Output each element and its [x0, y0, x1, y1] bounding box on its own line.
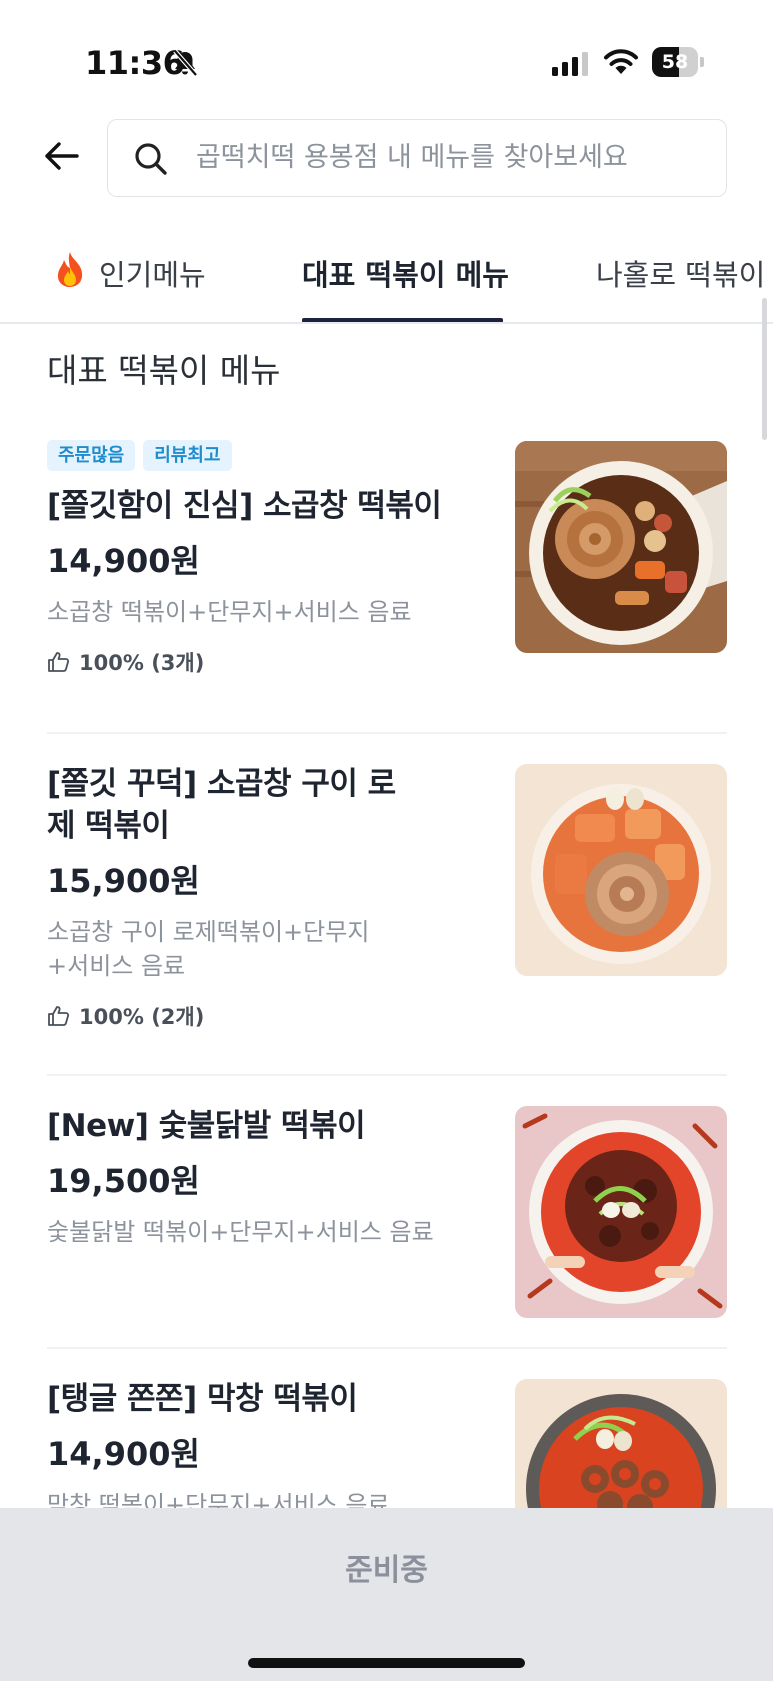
section-title: 대표 떡볶이 메뉴 [47, 351, 281, 390]
menu-item-description: 소곱창 구이 로제떡볶이+단무지 +서비스 음료 [47, 918, 370, 980]
rose-tteokbokki-photo[interactable] [515, 764, 727, 976]
gopchang-tteokbokki-photo[interactable] [515, 441, 727, 653]
menu-category-tabs: 인기메뉴 대표 떡볶이 메뉴 나홀로 떡볶이 [0, 232, 773, 324]
bell-muted-icon [173, 49, 198, 77]
bottom-action-bar: 준비중 [0, 1508, 773, 1681]
tab-solo-tteokbokki[interactable]: 나홀로 떡볶이 [596, 232, 766, 322]
tab-signature-tteokbokki[interactable]: 대표 떡볶이 메뉴 [302, 232, 509, 322]
badge-best-reviewed: 리뷰최고 [143, 440, 232, 471]
cellular-signal-icon [552, 52, 588, 76]
tab-popular-menu-label: 인기메뉴 [99, 258, 206, 292]
badge-most-ordered: 주문많음 [47, 440, 136, 471]
battery-level: 58 [661, 51, 689, 73]
wifi-icon [604, 49, 638, 74]
thumbs-up-icon [48, 1006, 70, 1026]
tab-popular-menu[interactable]: 인기메뉴 [53, 232, 206, 322]
menu-item-rating-text: 100% (3개) [79, 651, 205, 675]
divider [47, 1347, 727, 1349]
menu-item-name: [쫄깃함이 진심] 소곱창 떡볶이 [47, 488, 442, 524]
menu-item-name: [쫄깃 꾸덕] 소곱창 구이 로제 떡볶이 [47, 766, 396, 844]
status-bar: 11:36 58 [0, 0, 773, 110]
menu-item-rating-text: 100% (2개) [79, 1005, 205, 1029]
menu-item-description: 소곱창 떡볶이+단무지+서비스 음료 [47, 598, 412, 626]
tab-signature-tteokbokki-label: 대표 떡볶이 메뉴 [302, 258, 509, 292]
divider [47, 732, 727, 734]
home-indicator[interactable] [248, 1658, 525, 1668]
active-tab-indicator [302, 318, 503, 322]
tab-solo-tteokbokki-label: 나홀로 떡볶이 [596, 258, 766, 292]
menu-item-name: [탱글 쫀쫀] 막창 떡볶이 [47, 1381, 358, 1417]
search-input[interactable] [196, 120, 716, 195]
menu-item-rating: 100% (2개) [47, 1001, 727, 1031]
battery-icon: 58 [652, 47, 704, 77]
search-icon [135, 143, 167, 175]
divider [47, 1074, 727, 1076]
fire-icon [57, 252, 83, 287]
chicken-feet-tteokbokki-photo[interactable] [515, 1106, 727, 1318]
menu-item-description: 숯불닭발 떡볶이+단무지+서비스 음료 [47, 1218, 434, 1246]
scrollbar[interactable] [762, 298, 767, 440]
search-box[interactable] [107, 119, 727, 197]
menu-item-name: [New] 숯불닭발 떡볶이 [47, 1108, 366, 1144]
thumbs-up-icon [48, 652, 70, 672]
store-preparing-status: 준비중 [345, 1553, 428, 1588]
back-button[interactable] [38, 132, 86, 180]
arrow-left-icon [45, 142, 79, 170]
